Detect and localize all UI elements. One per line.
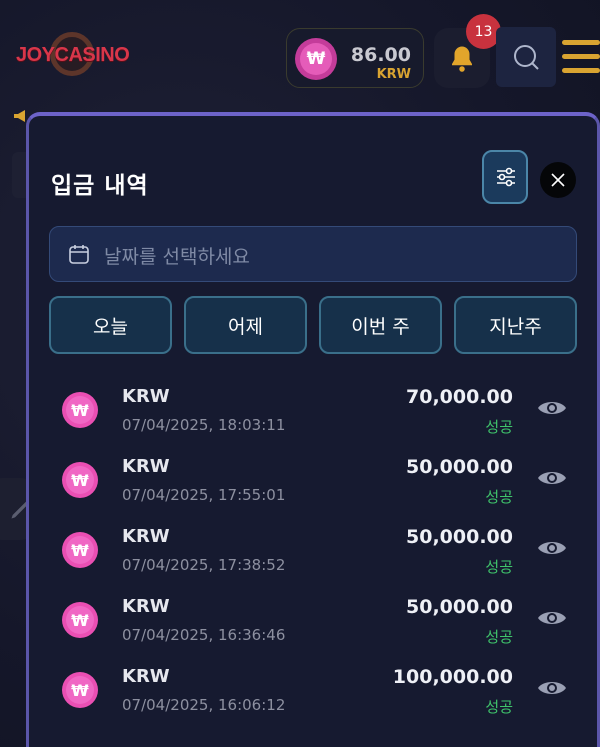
transaction-status: 성공 bbox=[485, 418, 513, 436]
date-picker-input[interactable]: 날짜를 선택하세요 bbox=[49, 226, 577, 282]
logo[interactable]: JOYCASINO bbox=[16, 32, 130, 76]
eye-icon[interactable] bbox=[537, 468, 567, 488]
eye-icon[interactable] bbox=[537, 398, 567, 418]
hamburger-menu-icon[interactable] bbox=[562, 40, 600, 74]
transaction-currency: KRW bbox=[122, 666, 170, 687]
transaction-currency: KRW bbox=[122, 526, 170, 547]
transaction-status: 성공 bbox=[485, 628, 513, 646]
panel-title: 입금 내역 bbox=[51, 173, 149, 199]
background-tab bbox=[12, 152, 26, 198]
transaction-amount: 50,000.00 bbox=[406, 456, 513, 478]
filter-yesterday-button[interactable]: 어제 bbox=[184, 296, 307, 354]
search-icon bbox=[514, 45, 539, 70]
filter-today-button[interactable]: 오늘 bbox=[49, 296, 172, 354]
transaction-row: ₩ KRW 07/04/2025, 16:06:12 100,000.00 성공 bbox=[29, 654, 597, 724]
won-coin-icon: ₩ bbox=[62, 462, 98, 498]
transaction-date: 07/04/2025, 16:06:12 bbox=[122, 696, 286, 714]
transaction-currency: KRW bbox=[122, 596, 170, 617]
date-placeholder: 날짜를 선택하세요 bbox=[104, 246, 250, 268]
close-button[interactable] bbox=[540, 162, 576, 198]
transaction-status: 성공 bbox=[485, 558, 513, 576]
eye-icon[interactable] bbox=[537, 608, 567, 628]
filter-last-week-button[interactable]: 지난주 bbox=[454, 296, 577, 354]
search-button[interactable] bbox=[496, 27, 556, 87]
filter-this-week-button[interactable]: 이번 주 bbox=[319, 296, 442, 354]
transaction-date: 07/04/2025, 17:55:01 bbox=[122, 486, 286, 504]
won-coin-icon: ₩ bbox=[62, 392, 98, 428]
transaction-date: 07/04/2025, 16:36:46 bbox=[122, 626, 286, 644]
transaction-amount: 50,000.00 bbox=[406, 526, 513, 548]
top-bar: JOYCASINO ₩ 86.00 KRW 13 bbox=[0, 0, 600, 110]
balance-currency: KRW bbox=[376, 67, 411, 82]
transaction-currency: KRW bbox=[122, 456, 170, 477]
transaction-amount: 70,000.00 bbox=[406, 386, 513, 408]
sliders-icon bbox=[497, 167, 515, 187]
logo-text: JOYCASINO bbox=[16, 44, 130, 66]
eye-icon[interactable] bbox=[537, 678, 567, 698]
calendar-icon bbox=[69, 245, 89, 264]
balance-widget[interactable]: ₩ 86.00 KRW bbox=[286, 28, 424, 88]
bell-icon bbox=[452, 46, 472, 72]
transaction-currency: KRW bbox=[122, 386, 170, 407]
transaction-amount: 50,000.00 bbox=[406, 596, 513, 618]
transaction-status: 성공 bbox=[485, 488, 513, 506]
won-coin-icon: ₩ bbox=[62, 602, 98, 638]
transaction-amount: 100,000.00 bbox=[392, 666, 513, 688]
transaction-status: 성공 bbox=[485, 698, 513, 716]
filter-button[interactable] bbox=[482, 150, 528, 204]
deposit-history-panel: 입금 내역 날짜를 선택하세요 오늘 어제 이번 주 지난주 ₩ KRW 07/… bbox=[26, 112, 600, 747]
close-icon bbox=[551, 173, 565, 187]
won-coin-icon: ₩ bbox=[62, 532, 98, 568]
transaction-date: 07/04/2025, 18:03:11 bbox=[122, 416, 286, 434]
transaction-row: ₩ KRW 07/04/2025, 17:55:01 50,000.00 성공 bbox=[29, 444, 597, 514]
transaction-row: ₩ KRW 07/04/2025, 17:38:52 50,000.00 성공 bbox=[29, 514, 597, 584]
won-coin-icon: ₩ bbox=[62, 672, 98, 708]
won-coin-icon: ₩ bbox=[295, 38, 337, 80]
balance-amount: 86.00 bbox=[350, 44, 411, 66]
transaction-row: ₩ KRW 07/04/2025, 18:03:11 70,000.00 성공 bbox=[29, 374, 597, 444]
transaction-date: 07/04/2025, 17:38:52 bbox=[122, 556, 286, 574]
eye-icon[interactable] bbox=[537, 538, 567, 558]
page: JOYCASINO ₩ 86.00 KRW 13 입금 내역 날짜를 선택하세요… bbox=[0, 0, 600, 747]
transaction-row: ₩ KRW 07/04/2025, 16:36:46 50,000.00 성공 bbox=[29, 584, 597, 654]
